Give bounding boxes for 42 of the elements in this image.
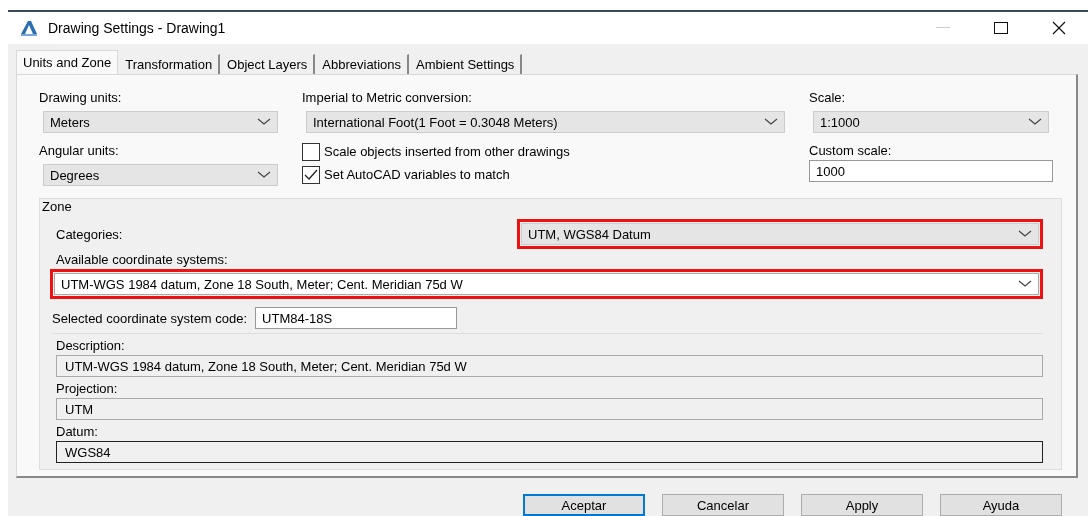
- checkbox-label: Set AutoCAD variables to match: [324, 167, 510, 182]
- tab[interactable]: Units and Zone: [16, 50, 119, 74]
- field-label: Projection:: [56, 380, 119, 398]
- field-label: Custom scale:: [809, 142, 893, 160]
- chevron-down-icon: [764, 118, 778, 126]
- dialog-button[interactable]: Aceptar: [523, 494, 645, 516]
- readonly-field[interactable]: UTM-WGS 1984 datum, Zone 18 South, Meter; Cent. Meridian 75d W: [56, 355, 1043, 377]
- drawing-units-dropdown[interactable]: Meters: [43, 111, 278, 133]
- chevron-down-icon: [257, 118, 271, 126]
- maximize-icon[interactable]: [994, 22, 1008, 34]
- readonly-field[interactable]: WGS84: [56, 441, 1043, 463]
- app-logo-icon: [20, 20, 38, 36]
- window-title: Drawing Settings - Drawing1: [48, 20, 226, 36]
- field-label: Datum:: [56, 423, 99, 441]
- angular-units-dropdown[interactable]: Degrees: [43, 164, 278, 186]
- checkbox-label: Scale objects inserted from other drawings: [324, 144, 570, 159]
- conversion-dropdown[interactable]: International Foot(1 Foot = 0.3048 Meters): [306, 111, 785, 133]
- field-label: Available coordinate systems:: [56, 251, 229, 269]
- dialog-button[interactable]: Ayuda: [940, 494, 1062, 516]
- dialog-button[interactable]: Cancelar: [662, 494, 784, 516]
- field-label: Categories:: [56, 226, 124, 242]
- field-label: Scale:: [809, 89, 847, 107]
- group-title: Zone: [42, 199, 73, 215]
- close-icon[interactable]: [1052, 21, 1066, 35]
- chevron-down-icon: [1028, 118, 1042, 126]
- field-label: Drawing units:: [39, 89, 123, 107]
- coordinate-systems-dropdown[interactable]: UTM-WGS 1984 datum, Zone 18 South, Meter; Cent. Meridian 75d W: [54, 273, 1039, 295]
- scale-dropdown[interactable]: 1:1000: [813, 111, 1049, 133]
- code-field[interactable]: UTM84-18S: [255, 307, 458, 329]
- field-label: Selected coordinate system code:: [52, 310, 248, 326]
- field-label: Imperial to Metric conversion:: [302, 89, 473, 107]
- field-label: Angular units:: [39, 142, 120, 160]
- dialog-button[interactable]: Apply: [801, 494, 923, 516]
- categories-dropdown[interactable]: UTM, WGS84 Datum: [521, 223, 1039, 245]
- field-label: Description:: [56, 337, 126, 355]
- readonly-field[interactable]: UTM: [56, 398, 1043, 420]
- chevron-down-icon: [1018, 280, 1032, 288]
- chevron-down-icon: [1018, 230, 1032, 238]
- checkbox[interactable]: [302, 165, 320, 184]
- checkbox[interactable]: [302, 142, 320, 161]
- chevron-down-icon: [257, 171, 271, 179]
- custom-scale-field[interactable]: 1000: [809, 160, 1053, 182]
